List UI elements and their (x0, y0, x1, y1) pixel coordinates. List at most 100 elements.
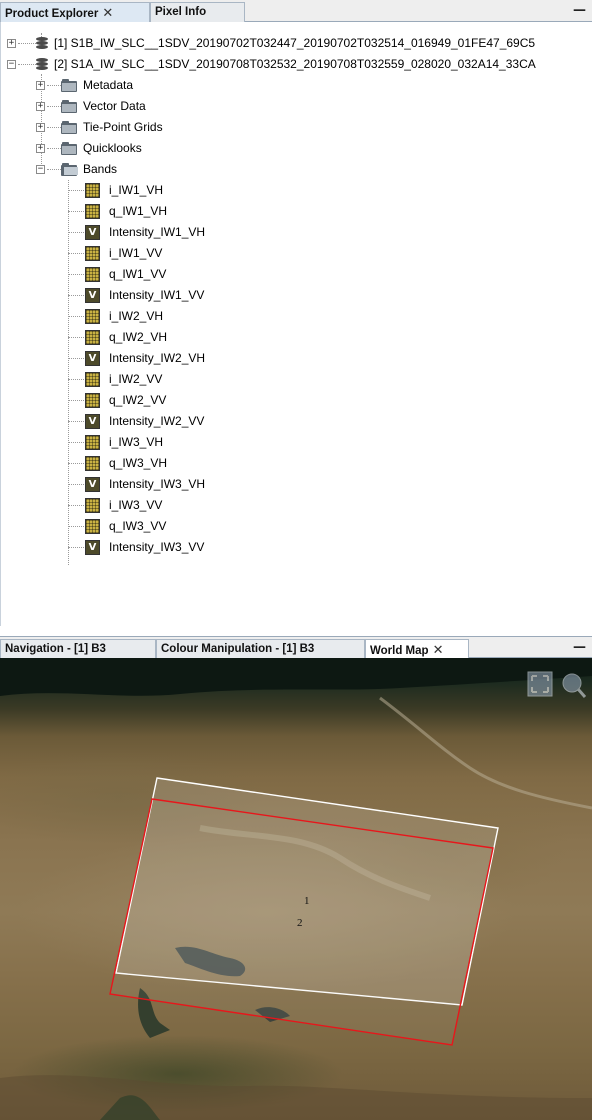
tree-connector (68, 379, 84, 380)
tree-connector (47, 148, 61, 149)
product-label: [2] S1A_IW_SLC__1SDV_20190708T032532_201… (54, 57, 536, 71)
tree-row-band[interactable]: q_IW3_VH (1, 453, 301, 474)
tree-row-product-2[interactable]: − [2] S1A_IW_SLC__1SDV_20190708T032532_2… (1, 54, 592, 75)
tree-row-band[interactable]: i_IW2_VV (1, 369, 301, 390)
tree-row-band[interactable]: V Intensity_IW2_VH (1, 348, 301, 369)
virtual-band-icon: V (85, 540, 100, 555)
tree-row-band[interactable]: i_IW1_VV (1, 243, 301, 264)
tree-connector (68, 526, 84, 527)
tab-world-map[interactable]: World Map ✕ (365, 639, 469, 659)
tree-row-bands[interactable]: − Bands (1, 159, 301, 180)
tree-row-band[interactable]: i_IW2_VH (1, 306, 301, 327)
group-label: Tie-Point Grids (83, 120, 163, 134)
tab-navigation[interactable]: Navigation - [1] B3 (0, 639, 156, 659)
band-label: q_IW3_VV (109, 519, 167, 533)
band-icon (85, 246, 100, 261)
group-label: Vector Data (83, 99, 146, 113)
group-label: Bands (83, 162, 118, 176)
band-icon (85, 204, 100, 219)
folder-icon (61, 100, 77, 113)
tree-row-band[interactable]: i_IW1_VH (1, 180, 301, 201)
band-label: q_IW2_VV (109, 393, 167, 407)
tree-connector (68, 547, 84, 548)
expand-icon[interactable]: + (36, 123, 45, 132)
band-icon (85, 267, 100, 282)
band-label: Intensity_IW3_VH (109, 477, 206, 491)
tree-row-band[interactable]: q_IW3_VV (1, 516, 301, 537)
tree-connector (68, 463, 84, 464)
tree-connector (68, 484, 84, 485)
tab-label: Pixel Info (155, 6, 207, 18)
world-map-view[interactable]: 1 2 (0, 658, 592, 1120)
tree-row-band[interactable]: V Intensity_IW2_VV (1, 411, 301, 432)
product-tree: + [1] S1B_IW_SLC__1SDV_20190702T032447_2… (0, 22, 592, 626)
tree-row-band[interactable]: i_IW3_VV (1, 495, 301, 516)
close-icon[interactable]: ✕ (102, 5, 113, 20)
tree-row-vector-data[interactable]: + Vector Data (1, 96, 301, 117)
band-label: q_IW3_VH (109, 456, 168, 470)
tree-row-band[interactable]: q_IW2_VV (1, 390, 301, 411)
band-label: i_IW2_VV (109, 372, 163, 386)
tree-connector (68, 421, 84, 422)
product-icon (36, 37, 48, 50)
band-label: i_IW1_VV (109, 246, 163, 260)
product-explorer-tabbar: Product Explorer ✕ Pixel Info — (0, 0, 592, 22)
tree-row-band[interactable]: V Intensity_IW3_VH (1, 474, 301, 495)
tree-row-band[interactable]: q_IW2_VH (1, 327, 301, 348)
band-icon (85, 330, 100, 345)
tab-label: World Map (370, 645, 429, 657)
expand-icon[interactable]: + (36, 81, 45, 90)
map-overlay: 1 2 (0, 658, 592, 1120)
tree-row-band[interactable]: q_IW1_VV (1, 264, 301, 285)
tab-pixel-info[interactable]: Pixel Info (150, 2, 245, 22)
expand-icon[interactable]: + (36, 102, 45, 111)
tree-row-band[interactable]: V Intensity_IW1_VH (1, 222, 301, 243)
tree-row-band[interactable]: q_IW1_VH (1, 201, 301, 222)
tree-row-tie-point-grids[interactable]: + Tie-Point Grids (1, 117, 301, 138)
expand-icon[interactable]: + (36, 144, 45, 153)
tab-colour-manipulation[interactable]: Colour Manipulation - [1] B3 (156, 639, 365, 659)
tree-connector (47, 85, 61, 86)
tree-connector (18, 64, 38, 65)
expand-icon[interactable]: + (7, 39, 16, 48)
tree-connector (68, 442, 84, 443)
mountain-ridge (379, 696, 592, 810)
tree-row-band[interactable]: V Intensity_IW3_VV (1, 537, 301, 558)
tree-row-quicklooks[interactable]: + Quicklooks (1, 138, 301, 159)
collapse-icon[interactable]: − (7, 60, 16, 69)
band-label: i_IW3_VH (109, 435, 164, 449)
tree-connector (68, 400, 84, 401)
tree-connector (68, 211, 84, 212)
tree-row-product-1[interactable]: + [1] S1B_IW_SLC__1SDV_20190702T032447_2… (1, 33, 592, 54)
minimize-button[interactable]: — (573, 3, 586, 18)
band-label: Intensity_IW1_VV (109, 288, 205, 302)
group-label: Metadata (83, 78, 134, 92)
terrain-band (0, 1075, 592, 1120)
band-icon (85, 309, 100, 324)
collapse-icon[interactable]: − (36, 165, 45, 174)
band-label: q_IW1_VV (109, 267, 167, 281)
map-zoom-controls[interactable] (526, 670, 588, 700)
tree-connector (68, 253, 84, 254)
band-label: i_IW2_VH (109, 309, 164, 323)
minimize-button[interactable]: — (573, 640, 586, 655)
band-label: Intensity_IW3_VV (109, 540, 205, 554)
tree-row-metadata[interactable]: + Metadata (1, 75, 301, 96)
band-label: i_IW3_VV (109, 498, 163, 512)
tree-connector (68, 337, 84, 338)
band-icon (85, 435, 100, 450)
band-label: q_IW1_VH (109, 204, 168, 218)
band-icon (85, 393, 100, 408)
zoom-all-icon[interactable] (526, 670, 588, 700)
tool-window-tabbar: Navigation - [1] B3 Colour Manipulation … (0, 636, 592, 659)
tree-connector (68, 190, 84, 191)
tree-connector (47, 127, 61, 128)
tab-product-explorer[interactable]: Product Explorer ✕ (0, 2, 150, 22)
band-icon (85, 498, 100, 513)
folder-icon (61, 79, 77, 92)
tree-row-band[interactable]: V Intensity_IW1_VV (1, 285, 301, 306)
tree-connector (68, 274, 84, 275)
close-icon[interactable]: ✕ (433, 642, 444, 657)
tree-row-band[interactable]: i_IW3_VH (1, 432, 301, 453)
band-label: i_IW1_VH (109, 183, 164, 197)
